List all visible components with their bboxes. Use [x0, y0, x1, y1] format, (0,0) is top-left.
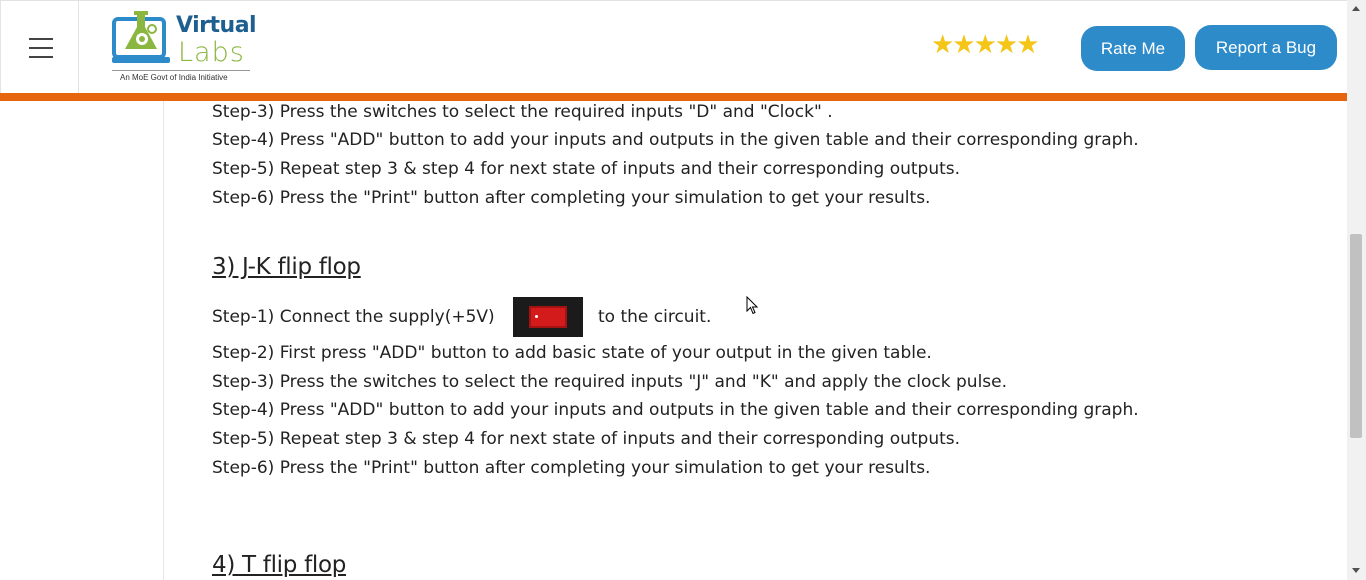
mouse-cursor-icon: [746, 296, 758, 315]
rating-stars[interactable]: ★★★★★: [931, 32, 1040, 58]
jk-flip-flop-heading: 3) J-K flip flop: [212, 254, 361, 280]
top-navbar: Virtual Labs An MoE Govt of India Initia…: [0, 0, 1347, 94]
logo-word-labs: Labs: [178, 37, 245, 68]
lab-flask-icon: [112, 11, 170, 63]
jk-step-4: Step-4) Press "ADD" button to add your i…: [212, 400, 1139, 420]
d-step-5: Step-5) Repeat step 3 & step 4 for next …: [212, 159, 961, 179]
jk-step-6: Step-6) Press the "Print" button after c…: [212, 458, 931, 478]
menu-button[interactable]: [0, 1, 79, 93]
content-left-border: [163, 101, 164, 580]
t-flip-flop-heading: 4) T flip flop: [212, 552, 347, 578]
jk-step-5: Step-5) Repeat step 3 & step 4 for next …: [212, 429, 961, 449]
d-step-6: Step-6) Press the "Print" button after c…: [212, 188, 931, 208]
scroll-down-arrow-icon[interactable]: [1352, 568, 1360, 573]
logo-tagline: An MoE Govt of India Initiative: [120, 73, 228, 82]
vertical-scrollbar[interactable]: [1347, 0, 1366, 580]
d-step-4: Step-4) Press "ADD" button to add your i…: [212, 130, 1139, 150]
scroll-up-arrow-icon[interactable]: [1352, 6, 1360, 11]
hamburger-icon[interactable]: [29, 38, 53, 58]
jk-step-1-suffix: to the circuit.: [598, 307, 712, 327]
scrollbar-thumb[interactable]: [1350, 234, 1362, 438]
jk-step-3: Step-3) Press the switches to select the…: [212, 372, 1008, 392]
d-step-3: Step-3) Press the switches to select the…: [212, 102, 833, 122]
report-bug-button[interactable]: Report a Bug: [1195, 25, 1337, 70]
jk-step-1-text: Step-1) Connect the supply(+5V): [212, 307, 495, 327]
jk-step-2: Step-2) First press "ADD" button to add …: [212, 343, 932, 363]
supply-switch-image: [513, 297, 583, 337]
accent-divider: [0, 93, 1347, 101]
virtual-labs-logo[interactable]: Virtual Labs An MoE Govt of India Initia…: [110, 7, 260, 87]
red-switch-icon: [529, 306, 567, 328]
rate-me-button[interactable]: Rate Me: [1081, 26, 1185, 71]
logo-word-virtual: Virtual: [176, 13, 257, 38]
